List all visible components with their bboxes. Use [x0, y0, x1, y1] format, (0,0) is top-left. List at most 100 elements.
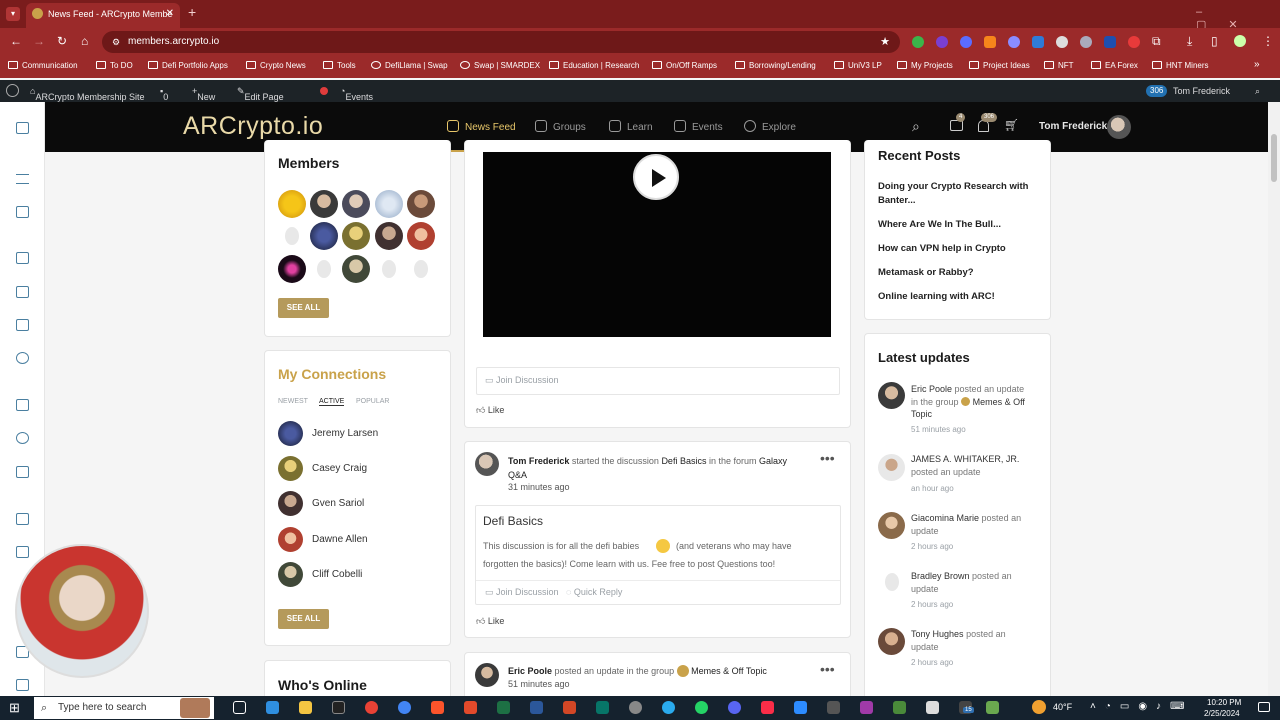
like-button[interactable]: 👍︎ Like: [476, 405, 504, 416]
recent-post-link[interactable]: How can VPN help in Crypto: [878, 242, 1043, 256]
connection-name[interactable]: Gven Sariol: [312, 498, 364, 509]
connection-name[interactable]: Dawne Allen: [312, 534, 368, 545]
site-info-icon[interactable]: ⚙: [112, 31, 120, 53]
nav-explore[interactable]: Explore: [744, 120, 796, 133]
home-icon[interactable]: ⌂: [81, 34, 88, 48]
system-tray-icons[interactable]: ˄◔▭◉♪⌨: [1090, 701, 1194, 712]
nav-groups[interactable]: Groups: [535, 120, 586, 133]
recent-post-link[interactable]: Where Are We In The Bull...: [878, 218, 1043, 232]
cart-icon[interactable]: 🛒︎: [1004, 118, 1019, 132]
weather-icon[interactable]: [1032, 700, 1046, 714]
powerpoint-icon[interactable]: [563, 701, 576, 714]
windows-app-icon[interactable]: [266, 701, 279, 714]
member-avatar[interactable]: [375, 222, 403, 250]
update-group-link[interactable]: Memes & Off: [973, 397, 1025, 407]
post-author-avatar[interactable]: [475, 663, 499, 687]
bookmark-star-icon[interactable]: ★: [880, 31, 890, 53]
post-group-link[interactable]: Memes & Off Topic: [691, 666, 767, 676]
member-avatar[interactable]: [407, 190, 435, 218]
update-author[interactable]: Giacomina Marie: [911, 513, 979, 523]
taskbar-search[interactable]: ⌕ Type here to search: [34, 697, 214, 719]
reload-icon[interactable]: ↻: [57, 34, 67, 48]
groups-icon[interactable]: [16, 286, 29, 298]
connection-name[interactable]: Casey Craig: [312, 463, 367, 474]
sidebar-icon[interactable]: ▯: [1211, 34, 1218, 48]
member-avatar[interactable]: [278, 255, 306, 283]
update-author[interactable]: JAMES A. WHITAKER, JR.: [911, 454, 1019, 464]
zoom-icon[interactable]: [794, 701, 807, 714]
member-avatar[interactable]: [310, 222, 338, 250]
scrollbar-thumb[interactable]: [1271, 134, 1277, 182]
panel-toggle-icon[interactable]: [16, 122, 29, 134]
app-icon[interactable]: [827, 701, 840, 714]
close-tab-icon[interactable]: ✕: [166, 3, 174, 25]
menu-icon[interactable]: [16, 174, 29, 184]
nav-news-feed[interactable]: News Feed: [447, 120, 516, 133]
forums-icon[interactable]: [16, 319, 29, 331]
quick-reply-link[interactable]: ◌ Quick Reply: [566, 587, 622, 597]
calendar-icon[interactable]: [16, 546, 29, 558]
music-icon[interactable]: [761, 701, 774, 714]
logout-icon[interactable]: [16, 679, 29, 691]
discussion-title[interactable]: Defi Basics: [483, 514, 543, 528]
wordpress-logo-icon[interactable]: [6, 84, 19, 97]
member-avatar-placeholder[interactable]: [317, 260, 331, 278]
excel-icon[interactable]: [497, 701, 510, 714]
task-view-icon[interactable]: [233, 701, 246, 714]
active-tab[interactable]: News Feed - ARCrypto Membe ✕: [26, 3, 180, 28]
post-author[interactable]: Tom Frederick: [508, 456, 569, 466]
post-options-icon[interactable]: •••: [820, 661, 835, 677]
connections-see-all-button[interactable]: SEE ALL: [278, 609, 329, 629]
member-avatar[interactable]: [310, 190, 338, 218]
update-avatar[interactable]: [878, 628, 905, 655]
header-user-name[interactable]: Tom Frederick: [1039, 121, 1107, 132]
site-name-link[interactable]: ⌂ ARCrypto Membership Site: [30, 86, 144, 102]
messages-icon[interactable]: [16, 432, 29, 444]
chrome-icon[interactable]: [365, 701, 378, 714]
edit-icon[interactable]: [16, 466, 29, 478]
back-icon[interactable]: ←: [10, 34, 22, 48]
header-user-avatar[interactable]: [1107, 115, 1131, 139]
search-icon[interactable]: ⌕: [1255, 86, 1260, 97]
browser-icon[interactable]: [464, 701, 477, 714]
connection-avatar[interactable]: [278, 421, 303, 446]
app-icon[interactable]: [893, 701, 906, 714]
profile-avatar-icon[interactable]: [1234, 35, 1246, 47]
bookmark-link[interactable]: DefiLlama | Swap: [371, 61, 448, 70]
recent-post-link[interactable]: Online learning with ARC!: [878, 290, 1043, 304]
join-discussion-link[interactable]: ▭ Join Discussion: [485, 375, 559, 386]
telegram-icon[interactable]: [662, 701, 675, 714]
post-options-icon[interactable]: •••: [820, 450, 835, 466]
member-avatar[interactable]: [278, 190, 306, 218]
video-player[interactable]: [483, 152, 831, 337]
members-see-all-button[interactable]: SEE ALL: [278, 298, 329, 318]
bookmark-folder[interactable]: Communication: [8, 61, 78, 70]
nav-learn[interactable]: Learn: [609, 120, 653, 133]
recent-post-link[interactable]: Doing your Crypto Research with Banter...: [878, 180, 1043, 208]
post-author-avatar[interactable]: [475, 452, 499, 476]
update-author[interactable]: Tony Hughes: [911, 629, 964, 639]
connection-avatar[interactable]: [278, 527, 303, 552]
update-avatar[interactable]: [878, 382, 905, 409]
header-search-icon[interactable]: ⌕: [912, 118, 920, 135]
update-avatar[interactable]: [878, 512, 905, 539]
bookmark-folder[interactable]: To DO: [96, 61, 133, 70]
connection-name[interactable]: Cliff Cobelli: [312, 569, 362, 580]
tab-list-button[interactable]: ▾: [6, 7, 20, 21]
tab-popular[interactable]: POPULAR: [356, 398, 389, 405]
more-bookmarks-icon[interactable]: »: [1254, 59, 1260, 70]
bookmark-folder[interactable]: NFT: [1044, 61, 1074, 70]
events-link[interactable]: ◔ Events: [340, 86, 373, 102]
document-icon[interactable]: [16, 513, 29, 525]
member-avatar[interactable]: [342, 255, 370, 283]
member-avatar[interactable]: [342, 222, 370, 250]
member-avatar[interactable]: [375, 190, 403, 218]
bookmark-folder[interactable]: HNT Miners: [1152, 61, 1209, 70]
comments-link[interactable]: ▪ 0: [160, 86, 168, 102]
camera-app-icon[interactable]: [860, 701, 873, 714]
tab-newest[interactable]: NEWEST: [278, 398, 308, 405]
post-author[interactable]: Eric Poole: [508, 666, 552, 676]
terminal-icon[interactable]: [332, 701, 345, 714]
bookmark-folder[interactable]: Crypto News: [246, 61, 306, 70]
member-avatar-placeholder[interactable]: [382, 260, 396, 278]
